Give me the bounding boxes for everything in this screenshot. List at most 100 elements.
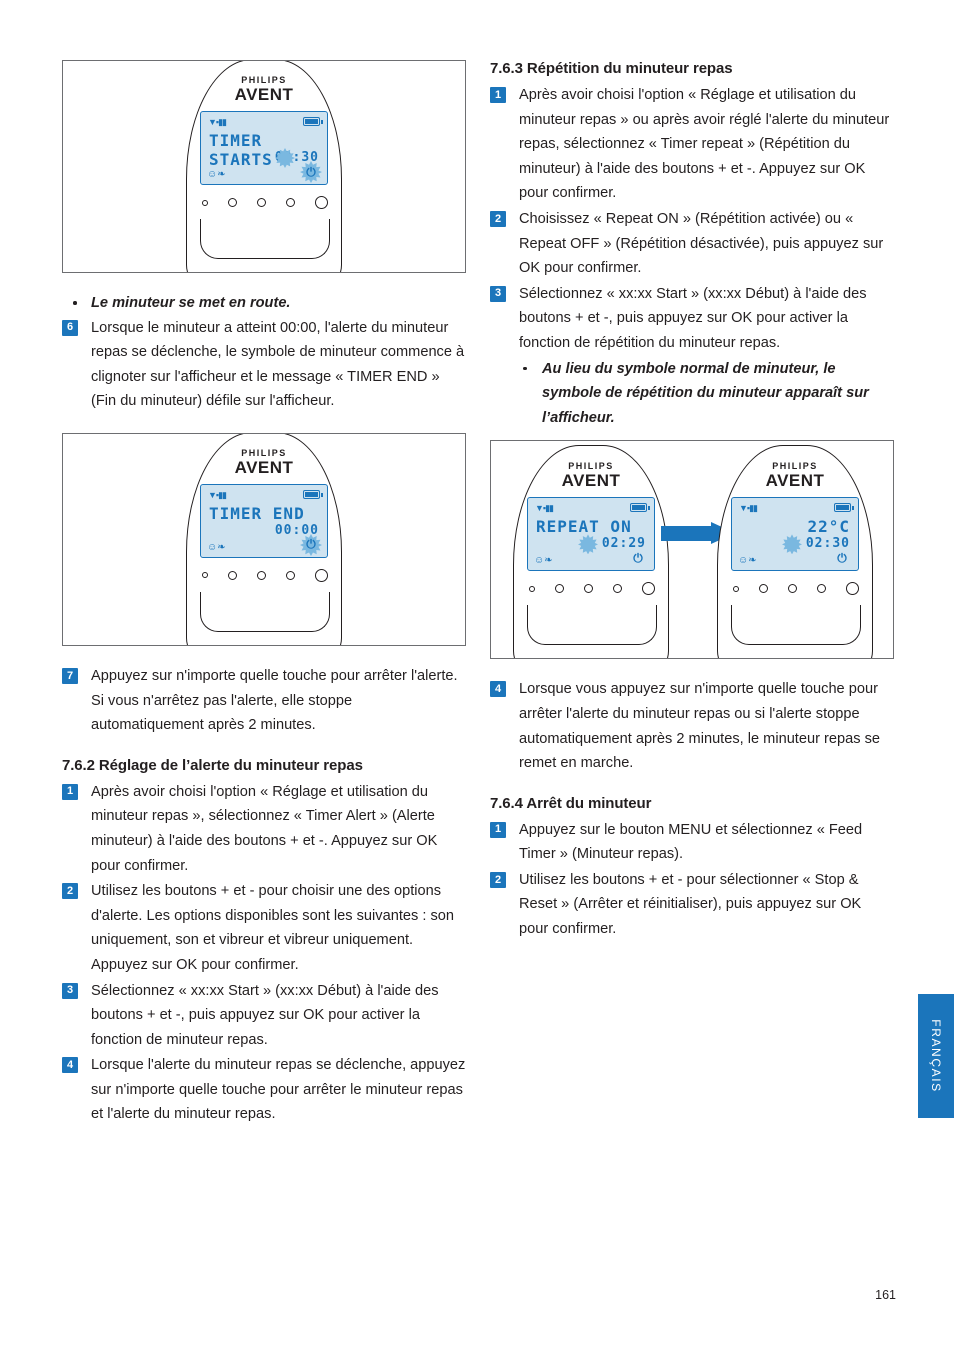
avent-wordmark: AVENT xyxy=(234,457,294,477)
status-icons: ☺❧ xyxy=(207,541,226,553)
device-button xyxy=(202,572,208,579)
step-number: 2 xyxy=(62,883,78,900)
device-base xyxy=(731,605,861,646)
step-number: 6 xyxy=(62,319,78,336)
step-763-4: 4 Lorsque vous appuyez sur n'importe que… xyxy=(490,677,894,775)
step-number: 1 xyxy=(490,821,506,838)
step-764-1: 1 Appuyez sur le bouton MENU et sélectio… xyxy=(490,818,894,867)
signal-icon: ▼▪▮▮ xyxy=(739,503,758,514)
step-text: Appuyez sur n'importe quelle touche pour… xyxy=(91,667,458,734)
step-text: Appuyez sur le bouton MENU et sélectionn… xyxy=(519,821,863,863)
device-button xyxy=(257,198,266,207)
device-button xyxy=(555,584,564,594)
step-number: 1 xyxy=(62,783,78,800)
device-screen: ▼▪▮▮ REPEAT ON 02:29 ☺❧ ⏻ xyxy=(527,497,655,572)
step-762-4: 4 Lorsque l'alerte du minuteur repas se … xyxy=(62,1053,466,1127)
step-text: Lorsque vous appuyez sur n'importe quell… xyxy=(519,681,880,772)
device-button-row xyxy=(202,196,328,209)
device-screen: ▼▪▮▮ TIMER END 00:00 ☺❧ ⏻ xyxy=(200,483,328,558)
device-button xyxy=(613,584,622,594)
signal-icon: ▼▪▮▮ xyxy=(535,503,554,514)
battery-icon xyxy=(630,503,650,513)
step-number: 4 xyxy=(490,681,506,698)
heading-7-6-4: 7.6.4 Arrêt du minuteur xyxy=(490,794,652,812)
manual-page: PHILIPS AVENT ▼▪▮▮ TIMER STARTS 02:30 ☺❧… xyxy=(0,0,954,1350)
step-text: Lorsque l'alerte du minuteur repas se dé… xyxy=(91,1057,466,1123)
left-column: PHILIPS AVENT ▼▪▮▮ TIMER STARTS 02:30 ☺❧… xyxy=(62,60,466,1128)
power-icon: ⏻ xyxy=(300,533,322,556)
step-text: Lorsque le minuteur a atteint 00:00, l'a… xyxy=(91,319,465,410)
philips-wordmark: PHILIPS xyxy=(241,75,287,85)
timer-blink-icon xyxy=(275,148,295,168)
device-base xyxy=(527,605,657,646)
step-text: Utilisez les boutons + et - pour sélecti… xyxy=(519,871,862,938)
note-bullet-repeat-symbol: Au lieu du symbole normal de minuteur, l… xyxy=(490,357,894,431)
step-text: Après avoir choisi l'option « Réglage et… xyxy=(519,87,890,202)
battery-icon xyxy=(834,503,854,513)
signal-icon: ▼▪▮▮ xyxy=(208,489,227,500)
step-763-3: 3 Sélectionnez « xx:xx Start » (xx:xx Dé… xyxy=(490,282,894,356)
figure-timer-starts: PHILIPS AVENT ▼▪▮▮ TIMER STARTS 02:30 ☺❧… xyxy=(62,60,466,273)
device-button xyxy=(257,570,266,580)
language-tab-label: FRANÇAIS xyxy=(929,1019,943,1093)
device-button xyxy=(733,585,739,592)
right-column: 7.6.3 Répétition du minuteur repas 1 Apr… xyxy=(490,60,894,943)
heading-7-6-2: 7.6.2 Réglage de l’alerte du minuteur re… xyxy=(62,756,363,774)
step-7: 7 Appuyez sur n'importe quelle touche po… xyxy=(62,664,466,738)
signal-icon: ▼▪▮▮ xyxy=(208,117,227,127)
status-icons: ☺❧ xyxy=(534,555,553,567)
step-number: 3 xyxy=(490,285,506,302)
device-power-button xyxy=(846,582,859,596)
step-number: 4 xyxy=(62,1057,78,1074)
status-icons: ☺❧ xyxy=(207,169,226,180)
step-763-2: 2 Choisissez « Repeat ON » (Répétition a… xyxy=(490,207,894,281)
step-number: 1 xyxy=(490,87,506,103)
device-illustration: PHILIPS AVENT ▼▪▮▮ TIMER STARTS 02:30 ☺❧… xyxy=(166,61,362,272)
step-text: Choisissez « Repeat ON » (Répétition act… xyxy=(519,210,884,277)
status-icons: ☺❧ xyxy=(738,555,757,567)
device-illustration-temp: PHILIPS AVENT ▼▪▮▮ 22°C 02:30 ☺❧ ⏻ xyxy=(697,441,893,659)
heading-7-6-3: 7.6.3 Répétition du minuteur repas xyxy=(490,60,733,77)
philips-wordmark: PHILIPS xyxy=(241,447,287,458)
page-number: 161 xyxy=(875,1288,896,1302)
screen-line-1: TIMER END xyxy=(209,503,305,523)
step-number: 2 xyxy=(490,871,506,888)
device-button xyxy=(286,198,295,207)
repeat-blink-icon xyxy=(578,534,598,555)
step-text: Après avoir choisi l'option « Réglage et… xyxy=(91,783,438,874)
step-764-2: 2 Utilisez les boutons + et - pour sélec… xyxy=(490,868,894,942)
avent-wordmark: AVENT xyxy=(765,471,825,491)
device-illustration-repeat: PHILIPS AVENT ▼▪▮▮ REPEAT ON 02:29 ☺❧ ⏻ xyxy=(493,441,689,659)
device-power-button xyxy=(315,196,328,209)
figure-repeat-on: PHILIPS AVENT ▼▪▮▮ REPEAT ON 02:29 ☺❧ ⏻ xyxy=(490,440,894,660)
power-icon: ⏻ xyxy=(300,161,322,183)
device-button xyxy=(286,570,295,580)
device-base xyxy=(200,219,330,259)
device-button xyxy=(584,584,593,594)
device-button-row xyxy=(202,568,328,582)
philips-wordmark: PHILIPS xyxy=(568,461,614,472)
battery-icon xyxy=(303,489,323,499)
repeat-blink-icon xyxy=(782,534,802,555)
avent-wordmark: AVENT xyxy=(234,85,294,104)
step-762-1: 1 Après avoir choisi l'option « Réglage … xyxy=(62,780,466,878)
step-text: Sélectionnez « xx:xx Start » (xx:xx Débu… xyxy=(91,982,439,1048)
battery-icon xyxy=(303,117,323,126)
device-button xyxy=(817,584,826,594)
language-tab: FRANÇAIS xyxy=(918,994,954,1118)
device-button-row xyxy=(529,582,655,596)
device-power-button xyxy=(315,568,328,582)
figure-timer-end: PHILIPS AVENT ▼▪▮▮ TIMER END 00:00 ☺❧ ⏻ xyxy=(62,432,466,646)
device-screen: ▼▪▮▮ TIMER STARTS 02:30 ☺❧ ⏻ xyxy=(200,111,328,185)
step-6: 6 Lorsque le minuteur a atteint 00:00, l… xyxy=(62,316,466,414)
step-text: Utilisez les boutons + et - pour choisir… xyxy=(91,883,454,973)
device-screen: ▼▪▮▮ 22°C 02:30 ☺❧ ⏻ xyxy=(731,497,859,572)
note-bullet-timer-starts: Le minuteur se met en route. xyxy=(62,291,466,316)
device-base xyxy=(200,591,330,632)
device-button xyxy=(759,584,768,594)
device-button xyxy=(202,199,208,206)
power-icon: ⏻ xyxy=(633,550,643,565)
device-button xyxy=(529,585,535,592)
step-number: 2 xyxy=(490,210,506,227)
step-763-1: 1 Après avoir choisi l'option « Réglage … xyxy=(490,83,894,206)
